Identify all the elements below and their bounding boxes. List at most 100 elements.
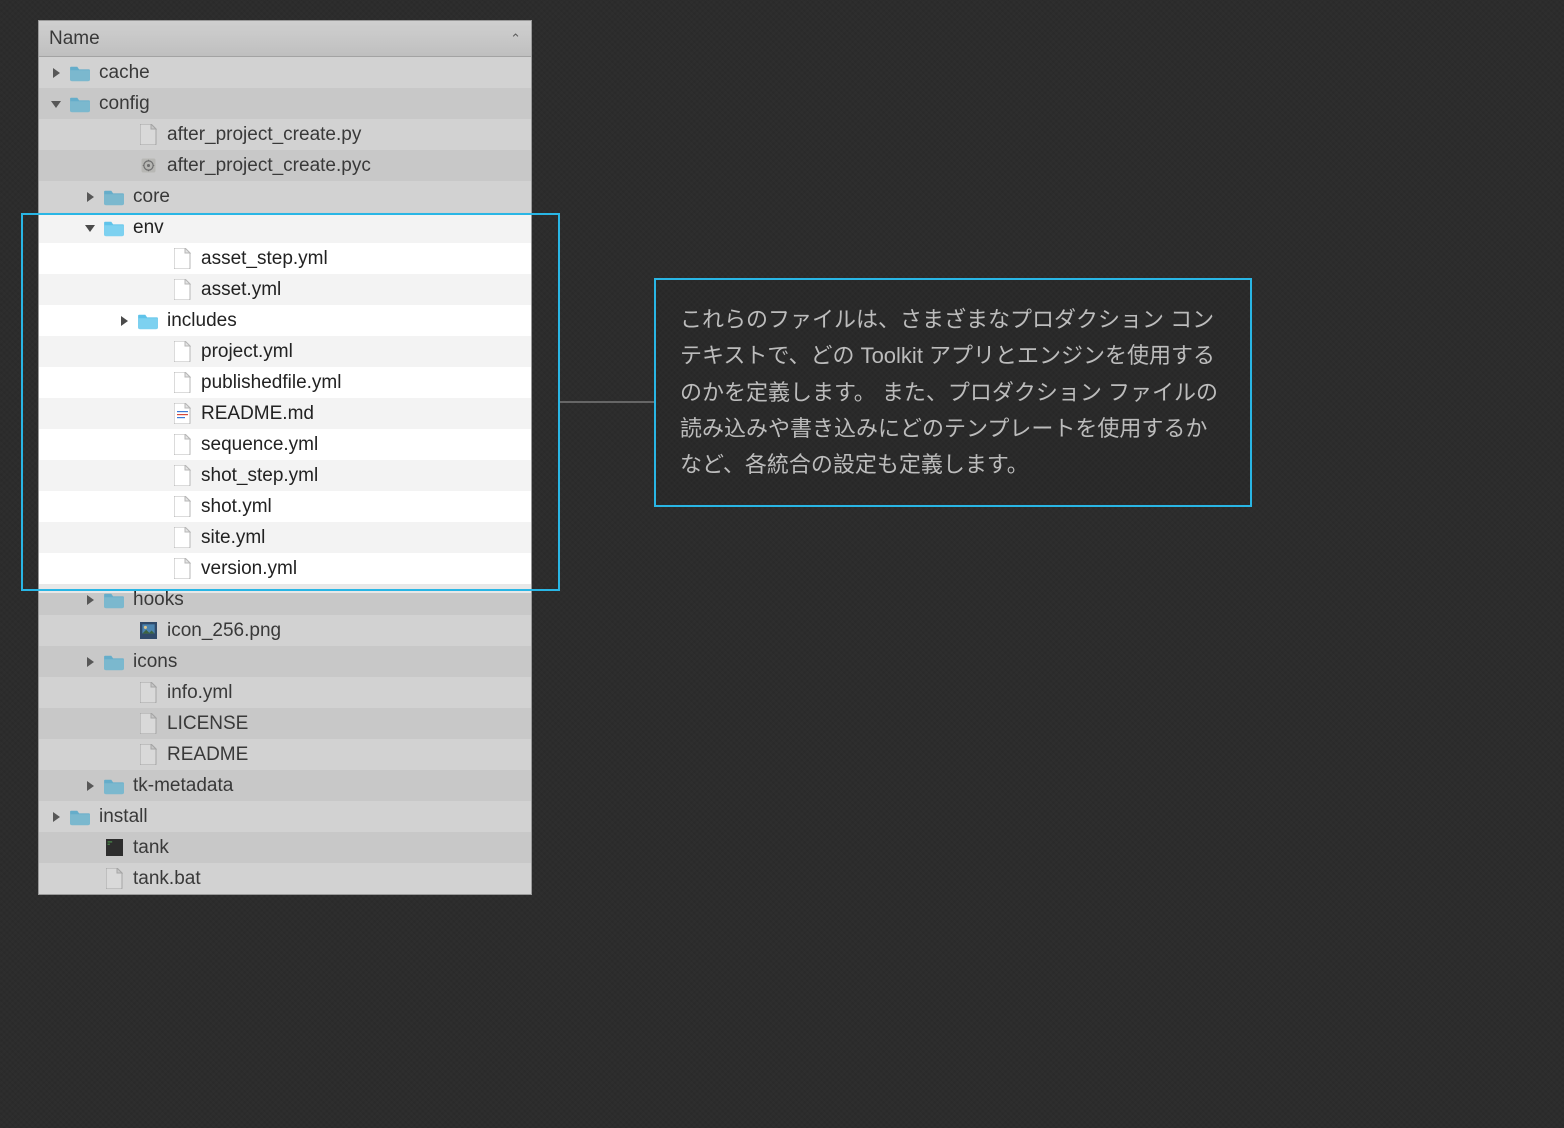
tree-item-label: README.md <box>201 403 314 425</box>
disclosure-spacer <box>151 345 165 359</box>
tree-item-label: includes <box>167 310 237 332</box>
tree-item-label: shot.yml <box>201 496 272 518</box>
tree-row[interactable]: after_project_create.py <box>39 119 531 150</box>
callout-connector <box>560 401 654 403</box>
file-file-icon <box>171 248 193 270</box>
tree-row[interactable]: icon_256.png <box>39 615 531 646</box>
tree-item-label: env <box>133 217 164 239</box>
folder-icon <box>103 775 125 797</box>
tree-item-label: site.yml <box>201 527 265 549</box>
tree-item-label: after_project_create.py <box>167 124 361 146</box>
disclosure-spacer <box>117 686 131 700</box>
exec-file-icon <box>103 837 125 859</box>
tree-row[interactable]: version.yml <box>39 553 531 584</box>
tree-item-label: icon_256.png <box>167 620 281 642</box>
chevron-right-icon[interactable] <box>83 779 97 793</box>
column-name-label: Name <box>49 28 100 50</box>
disclosure-spacer <box>151 562 165 576</box>
file-file-icon <box>137 124 159 146</box>
tree-row[interactable]: LICENSE <box>39 708 531 739</box>
tree-row[interactable]: tank <box>39 832 531 863</box>
chevron-down-icon[interactable] <box>49 97 63 111</box>
tree-row[interactable]: config <box>39 88 531 119</box>
disclosure-spacer <box>151 531 165 545</box>
tree-row[interactable]: project.yml <box>39 336 531 367</box>
chevron-right-icon[interactable] <box>49 66 63 80</box>
tree-row[interactable]: info.yml <box>39 677 531 708</box>
file-file-icon <box>171 558 193 580</box>
disclosure-spacer <box>151 376 165 390</box>
folder-icon <box>103 186 125 208</box>
tree-row[interactable]: tk-metadata <box>39 770 531 801</box>
folder-icon <box>69 806 91 828</box>
tree-row[interactable]: asset_step.yml <box>39 243 531 274</box>
chevron-down-icon[interactable] <box>83 221 97 235</box>
file-tree-panel: Name ⌃ cache config after_project_create.p… <box>38 20 532 895</box>
tree-row[interactable]: icons <box>39 646 531 677</box>
file-file-icon <box>137 713 159 735</box>
tree-row[interactable]: core <box>39 181 531 212</box>
file-file-icon <box>171 372 193 394</box>
sort-indicator-icon[interactable]: ⌃ <box>510 31 521 47</box>
disclosure-spacer <box>117 748 131 762</box>
tree-row[interactable]: tank.bat <box>39 863 531 894</box>
tree-item-label: version.yml <box>201 558 297 580</box>
tree-item-label: tank <box>133 837 169 859</box>
file-file-icon <box>171 434 193 456</box>
tree-item-label: sequence.yml <box>201 434 318 456</box>
tree-item-label: icons <box>133 651 177 673</box>
tree-item-label: cache <box>99 62 150 84</box>
png-file-icon <box>137 620 159 642</box>
file-file-icon <box>171 465 193 487</box>
tree-row[interactable]: shot_step.yml <box>39 460 531 491</box>
tree-item-label: shot_step.yml <box>201 465 318 487</box>
tree-item-label: core <box>133 186 170 208</box>
tree-row[interactable]: cache <box>39 57 531 88</box>
folder-icon <box>69 62 91 84</box>
callout-box: これらのファイルは、さまざまなプロダクション コンテキストで、どの Toolki… <box>654 278 1252 507</box>
chevron-right-icon[interactable] <box>83 593 97 607</box>
tree-row[interactable]: sequence.yml <box>39 429 531 460</box>
folder-icon <box>69 93 91 115</box>
folder-icon <box>103 651 125 673</box>
tree-row[interactable]: after_project_create.pyc <box>39 150 531 181</box>
tree-item-label: after_project_create.pyc <box>167 155 371 177</box>
tree-row[interactable]: site.yml <box>39 522 531 553</box>
disclosure-spacer <box>151 407 165 421</box>
file-file-icon <box>103 868 125 890</box>
tree-item-label: project.yml <box>201 341 293 363</box>
chevron-right-icon[interactable] <box>49 810 63 824</box>
disclosure-spacer <box>117 159 131 173</box>
file-file-icon <box>171 527 193 549</box>
chevron-right-icon[interactable] <box>83 190 97 204</box>
tree-row[interactable]: README.md <box>39 398 531 429</box>
tree-row[interactable]: asset.yml <box>39 274 531 305</box>
file-tree: cache config after_project_create.py after_… <box>39 57 531 894</box>
chevron-right-icon[interactable] <box>117 314 131 328</box>
tree-row[interactable]: hooks <box>39 584 531 615</box>
tree-item-label: info.yml <box>167 682 232 704</box>
file-file-icon <box>137 744 159 766</box>
callout-text: これらのファイルは、さまざまなプロダクション コンテキストで、どの Toolki… <box>680 307 1218 477</box>
tree-row[interactable]: env <box>39 212 531 243</box>
file-file-icon <box>171 279 193 301</box>
disclosure-spacer <box>151 469 165 483</box>
tree-row[interactable]: install <box>39 801 531 832</box>
tree-item-label: tk-metadata <box>133 775 233 797</box>
disclosure-spacer <box>117 128 131 142</box>
pyc-file-icon <box>137 155 159 177</box>
tree-row[interactable]: publishedfile.yml <box>39 367 531 398</box>
tree-item-label: README <box>167 744 248 766</box>
tree-row[interactable]: shot.yml <box>39 491 531 522</box>
md-file-icon <box>171 403 193 425</box>
tree-item-label: asset.yml <box>201 279 281 301</box>
chevron-right-icon[interactable] <box>83 655 97 669</box>
folder-icon <box>103 589 125 611</box>
tree-row[interactable]: includes <box>39 305 531 336</box>
tree-item-label: tank.bat <box>133 868 201 890</box>
tree-item-label: hooks <box>133 589 184 611</box>
disclosure-spacer <box>83 841 97 855</box>
tree-row[interactable]: README <box>39 739 531 770</box>
tree-header[interactable]: Name ⌃ <box>39 21 531 57</box>
tree-item-label: publishedfile.yml <box>201 372 341 394</box>
